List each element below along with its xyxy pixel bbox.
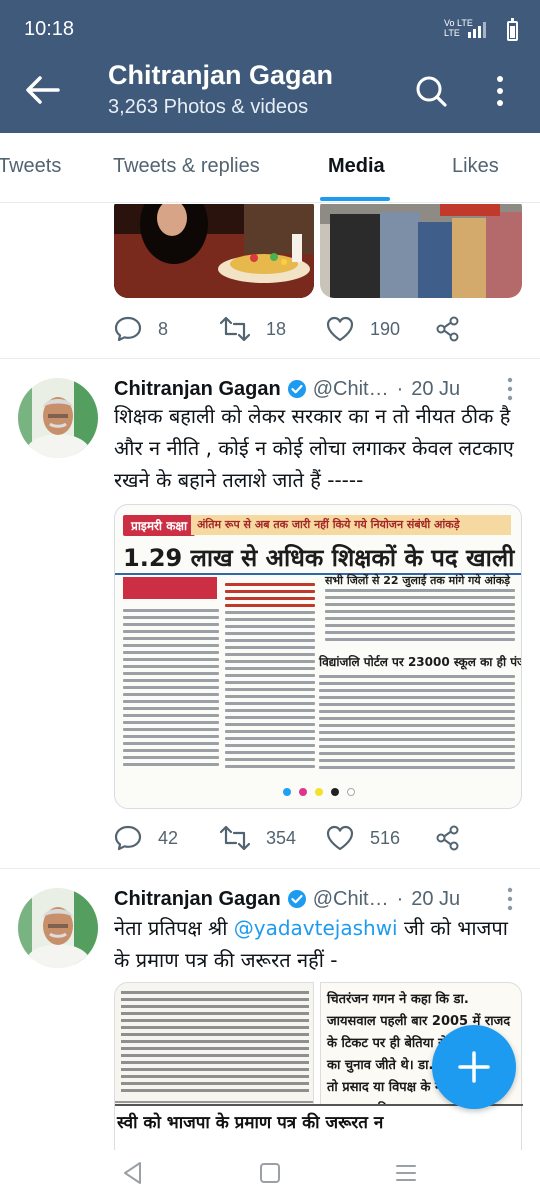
separator-dot: · — [396, 887, 404, 910]
news-section-tag — [123, 577, 217, 599]
nav-home-icon[interactable] — [258, 1158, 282, 1188]
status-bar: 10:18 Vo LTE LTE — [0, 0, 540, 60]
tweet-more-icon[interactable] — [505, 376, 515, 402]
share-icon — [436, 316, 459, 342]
tab-tweets[interactable]: Tweets — [0, 155, 61, 178]
app-header: 10:18 Vo LTE LTE Chitranjan Gagan 3,263 … — [0, 0, 540, 133]
tweet-more-icon[interactable] — [505, 886, 515, 912]
more-options-icon[interactable] — [492, 74, 508, 108]
compose-tweet-button[interactable] — [432, 1025, 516, 1109]
battery-icon — [507, 18, 518, 41]
clipping-caption-band: स्वी को भाजपा के प्रमाण पत्र की जरूरत न — [114, 1104, 523, 1150]
tweet-text-part: नेता प्रतिपक्ष श्री — [114, 916, 234, 940]
retweet-count: 18 — [266, 318, 287, 339]
like-button[interactable]: 516 — [326, 818, 400, 858]
verified-badge-icon — [287, 890, 306, 908]
verified-badge-icon — [287, 380, 306, 398]
clipping-caption: स्वी को भाजपा के प्रमाण पत्र की जरूरत न — [117, 1113, 384, 1133]
avatar[interactable] — [18, 888, 98, 968]
author-handle[interactable]: @Chit… — [313, 378, 389, 401]
share-button[interactable] — [436, 818, 476, 858]
tab-likes[interactable]: Likes — [452, 155, 499, 178]
avatar[interactable] — [18, 378, 98, 458]
tweet-image-newspaper[interactable]: प्राइमरी कक्षा अंतिम रूप से अब तक जारी न… — [114, 504, 522, 809]
news-column-middle — [225, 583, 315, 772]
heart-icon — [326, 316, 354, 342]
retweet-count: 354 — [266, 827, 297, 848]
plus-icon — [458, 1051, 490, 1083]
nav-back-icon[interactable] — [120, 1158, 144, 1188]
tweet-header: Chitranjan Gagan @Chit… · 20 Ju — [114, 884, 460, 914]
reply-button[interactable]: 42 — [114, 818, 178, 858]
avatar-photo — [18, 888, 98, 968]
tweet-date: 20 Ju — [411, 377, 461, 400]
reply-button[interactable]: 8 — [114, 309, 168, 349]
tab-media[interactable]: Media — [328, 155, 385, 178]
separator-dot: · — [396, 377, 404, 400]
news-column-left — [123, 609, 219, 770]
profile-name-title: Chitranjan Gagan — [108, 60, 334, 90]
retweet-icon — [220, 825, 250, 851]
active-tab-indicator — [320, 197, 390, 201]
heart-icon — [326, 825, 354, 851]
search-icon[interactable] — [414, 74, 448, 108]
reply-count: 8 — [158, 318, 169, 339]
news-headline: 1.29 लाख से अधिक शिक्षकों के पद खाली — [123, 544, 515, 572]
status-time: 10:18 — [24, 18, 75, 40]
signal-icon — [468, 22, 486, 38]
tweet-text: नेता प्रतिपक्ष श्री @yadavtejashwi जी को… — [114, 912, 524, 976]
like-button[interactable]: 190 — [326, 309, 400, 349]
mention-link[interactable]: @yadavtejashwi — [234, 916, 398, 940]
tweet-text: शिक्षक बहाली को लेकर सरकार का न तो नीयत … — [114, 404, 514, 492]
nav-recents-icon[interactable] — [394, 1158, 418, 1188]
retweet-button[interactable]: 354 — [220, 818, 296, 858]
media-feed[interactable]: 8 18 190 Chitranjan Gagan @Chit… · 20 Ju… — [0, 204, 540, 1150]
news-strip: अंतिम रूप से अब तक जारी नहीं किये गये नि… — [191, 515, 511, 535]
tweet-actions: 8 18 190 — [114, 309, 514, 349]
profile-header: Chitranjan Gagan 3,263 Photos & videos — [0, 52, 540, 132]
author-handle[interactable]: @Chit… — [313, 888, 389, 911]
reply-icon — [114, 316, 142, 342]
profile-tabs: Tweets Tweets & replies Media Likes — [0, 133, 540, 203]
photo-content — [114, 204, 314, 298]
photo-content — [320, 204, 522, 298]
clipping-lines — [121, 991, 309, 1096]
like-count: 190 — [370, 318, 401, 339]
tweet-divider — [0, 358, 540, 359]
system-nav-bar — [0, 1150, 540, 1200]
media-count: 3,263 Photos & videos — [108, 96, 309, 118]
image-carousel-dots — [115, 788, 521, 802]
author-name[interactable]: Chitranjan Gagan — [114, 888, 281, 911]
tweet-divider — [0, 868, 540, 869]
like-count: 516 — [370, 827, 401, 848]
news-badge: प्राइमरी कक्षा — [123, 515, 196, 536]
news-column-right — [325, 589, 515, 645]
author-name[interactable]: Chitranjan Gagan — [114, 378, 281, 401]
avatar-photo — [18, 378, 98, 458]
back-arrow-icon[interactable] — [24, 74, 60, 106]
news-column-bottom — [319, 675, 515, 773]
news-subheading-1: सभी जिलों से 22 जुलाई तक मांगे गये आंकड़… — [325, 574, 511, 587]
clipping-rule — [115, 1101, 313, 1103]
tweet-photo-birthday[interactable] — [114, 204, 314, 298]
tab-tweets-replies[interactable]: Tweets & replies — [113, 155, 260, 178]
retweet-button[interactable]: 18 — [220, 309, 286, 349]
share-button[interactable] — [436, 309, 476, 349]
reply-count: 42 — [158, 827, 179, 848]
news-subheading-2: विद्यांजलि पोर्टल पर 23000 स्कूल का ही प… — [319, 655, 522, 669]
tweet-date: 20 Ju — [411, 887, 461, 910]
share-icon — [436, 825, 459, 851]
tweet-actions: 42 354 516 — [114, 818, 514, 858]
reply-icon — [114, 825, 142, 851]
retweet-icon — [220, 316, 250, 342]
tweet-photo-group[interactable] — [320, 204, 522, 298]
